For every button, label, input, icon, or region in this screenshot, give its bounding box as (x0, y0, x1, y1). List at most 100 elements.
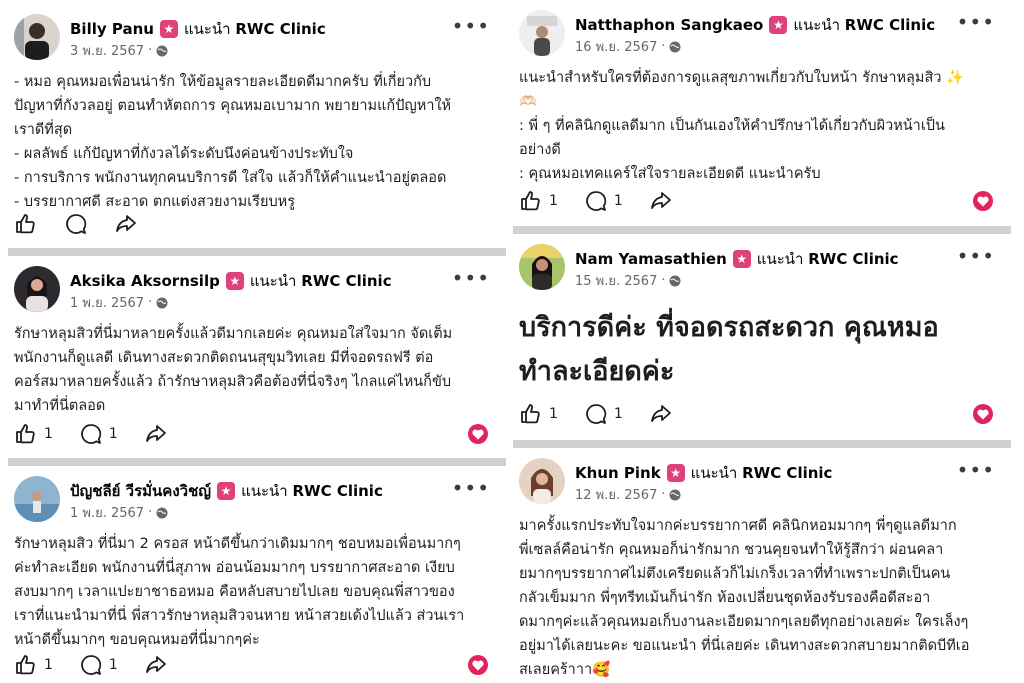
post-actions: 1 1 (14, 651, 494, 679)
review-post: Nam Yamasathien ★ แนะนำ RWC Clinic 15 พ.… (513, 244, 1011, 440)
share-button[interactable] (649, 402, 673, 426)
comment-count: 1 (108, 426, 118, 442)
globe-icon (156, 297, 168, 308)
comment-button[interactable]: 1 (584, 189, 623, 213)
post-line: เราที่แนะนำมาที่นี่ พี่สาวรักษาหลุมสิวจน… (14, 608, 465, 624)
more-options-icon[interactable]: ••• (452, 14, 490, 38)
comment-count: 1 (108, 657, 118, 673)
author-name[interactable]: Aksika Aksornsilp (70, 272, 220, 290)
post-line: ทำละเอียดค่ะ (519, 356, 675, 387)
recommend-label: แนะนำ (756, 250, 804, 268)
post-line: : คุณหมอเทคแคร์ใส่ใจรายละเอียดดี แนะนำคร… (519, 166, 821, 182)
post-line: พี่เซลล์คือน่ารัก คุณหมอก็น่ารักมาก ชวนค… (519, 542, 944, 558)
avatar[interactable] (14, 266, 60, 312)
share-icon (116, 215, 136, 232)
comment-icon (586, 191, 607, 211)
page-name[interactable]: RWC Clinic (742, 464, 832, 482)
review-post: Khun Pink ★ แนะนำ RWC Clinic 12 พ.ย. 256… (513, 458, 1011, 683)
comment-button[interactable] (64, 212, 88, 236)
post-line: สเลยคร้าาา🥰 (519, 662, 611, 678)
post-date[interactable]: 16 พ.ย. 2567 (575, 36, 657, 57)
avatar[interactable] (519, 458, 565, 504)
review-post: ปัญชลีย์ วีรมั่นคงวิชญ์ ★ แนะนำ RWC Clin… (8, 476, 506, 683)
post-header: Nam Yamasathien ★ แนะนำ RWC Clinic 15 พ.… (519, 244, 999, 294)
avatar[interactable] (14, 476, 60, 522)
post-line: รักษาหลุมสิวที่นี่มาหลายครั้งแล้วดีมากเล… (14, 326, 453, 342)
like-button[interactable]: 1 (14, 422, 53, 446)
avatar[interactable] (519, 10, 565, 56)
comment-button[interactable]: 1 (584, 402, 623, 426)
post-line: สงบมากๆ เวลาแปะยาชาธอหมอ คือหลับสบายไปเล… (14, 584, 455, 600)
recommend-label: แนะนำ (183, 20, 231, 38)
share-button[interactable] (144, 653, 168, 677)
post-line: ยมากๆบรรยากาศไม่ตึงเครียดแล้วก็ไม่เกร็งเ… (519, 566, 951, 582)
thumbs-up-icon (521, 191, 540, 211)
post-date[interactable]: 15 พ.ย. 2567 (575, 270, 657, 291)
more-options-icon[interactable]: ••• (957, 458, 995, 482)
page-name[interactable]: RWC Clinic (845, 16, 935, 34)
author-name[interactable]: Khun Pink (575, 464, 661, 482)
review-post: Billy Panu ★ แนะนำ RWC Clinic 3 พ.ย. 256… (8, 14, 506, 244)
recommend-label: แนะนำ (241, 482, 288, 500)
post-line: : พี่ ๆ ที่คลินิกดูแลดีมาก เป็นกันเองให้… (519, 118, 945, 134)
author-name[interactable]: Natthaphon Sangkaeo (575, 16, 763, 34)
more-options-icon[interactable]: ••• (452, 476, 490, 500)
avatar[interactable] (519, 244, 565, 290)
post-date[interactable]: 12 พ.ย. 2567 (575, 484, 657, 505)
post-line: มาครั้งแรกประทับใจมากค่ะบรรยากาศดี คลินิ… (519, 518, 957, 534)
page-name[interactable]: RWC Clinic (235, 20, 325, 38)
post-separator (8, 458, 506, 466)
like-button[interactable] (14, 212, 38, 236)
review-post: Aksika Aksornsilp ★ แนะนำ RWC Clinic 1 พ… (8, 266, 506, 456)
share-icon (650, 405, 671, 422)
share-button[interactable] (144, 422, 168, 446)
post-separator (8, 248, 506, 256)
share-icon (145, 656, 166, 673)
page-name[interactable]: RWC Clinic (808, 250, 898, 268)
author-name[interactable]: Billy Panu (70, 20, 154, 38)
post-header: ปัญชลีย์ วีรมั่นคงวิชญ์ ★ แนะนำ RWC Clin… (14, 476, 494, 526)
share-button[interactable] (649, 189, 673, 213)
like-count: 1 (549, 406, 558, 422)
post-line: บริการดีค่ะ ที่จอดรถสะดวก คุณหมอ (519, 312, 939, 343)
recommend-label: แนะนำ (249, 272, 297, 290)
post-header: Khun Pink ★ แนะนำ RWC Clinic 12 พ.ย. 256… (519, 458, 999, 508)
more-options-icon[interactable]: ••• (957, 10, 995, 34)
review-post: Natthaphon Sangkaeo ★ แนะนำ RWC Clinic 1… (513, 10, 1011, 226)
page-name[interactable]: RWC Clinic (301, 272, 391, 290)
post-actions: 1 1 (14, 420, 494, 448)
star-icon: ★ (769, 16, 788, 34)
thumbs-up-icon (521, 404, 540, 424)
avatar[interactable] (14, 14, 60, 60)
page-name[interactable]: RWC Clinic (293, 482, 383, 500)
post-line: เราดีที่สุด (14, 122, 73, 138)
love-reaction-icon[interactable] (973, 404, 993, 424)
more-options-icon[interactable]: ••• (452, 266, 490, 290)
love-reaction-icon[interactable] (468, 424, 488, 444)
post-date[interactable]: 3 พ.ย. 2567 (70, 40, 144, 61)
star-icon: ★ (225, 272, 244, 290)
globe-icon (156, 45, 168, 56)
post-body: บริการดีค่ะ ที่จอดรถสะดวก คุณหมอ ทำละเอี… (519, 306, 999, 394)
like-button[interactable]: 1 (519, 189, 558, 213)
more-options-icon[interactable]: ••• (957, 244, 995, 268)
post-line: กลัวเข็มมาก พี่ๆทรีทเม้นก็น่ารัก ห้องเปล… (519, 590, 931, 606)
comment-button[interactable]: 1 (79, 422, 118, 446)
post-line: - ผลลัพธ์ แก้ปัญหาที่กังวลได้ระดับนึงค่อ… (14, 146, 354, 162)
love-reaction-icon[interactable] (468, 655, 488, 675)
love-reaction-icon[interactable] (973, 191, 993, 211)
post-body: แนะนำสำหรับใครที่ต้องการดูแลสุขภาพเกี่ยว… (519, 66, 999, 186)
author-name[interactable]: Nam Yamasathien (575, 250, 727, 268)
share-button[interactable] (114, 212, 138, 236)
like-button[interactable]: 1 (519, 402, 558, 426)
post-date[interactable]: 1 พ.ย. 2567 (70, 502, 144, 523)
share-icon (650, 192, 671, 209)
author-name[interactable]: ปัญชลีย์ วีรมั่นคงวิชญ์ (70, 479, 211, 503)
star-icon: ★ (732, 250, 751, 268)
like-button[interactable]: 1 (14, 653, 53, 677)
post-date[interactable]: 1 พ.ย. 2567 (70, 292, 144, 313)
post-line: - หมอ คุณหมอเพื่อนน่ารัก ให้ข้อมูลรายละเ… (14, 74, 432, 90)
post-line: หน้าดีขึ้นมากๆ ขอบคุณหมอที่นี่มากๆค่ะ (14, 632, 260, 648)
globe-icon (669, 275, 681, 286)
comment-button[interactable]: 1 (79, 653, 118, 677)
